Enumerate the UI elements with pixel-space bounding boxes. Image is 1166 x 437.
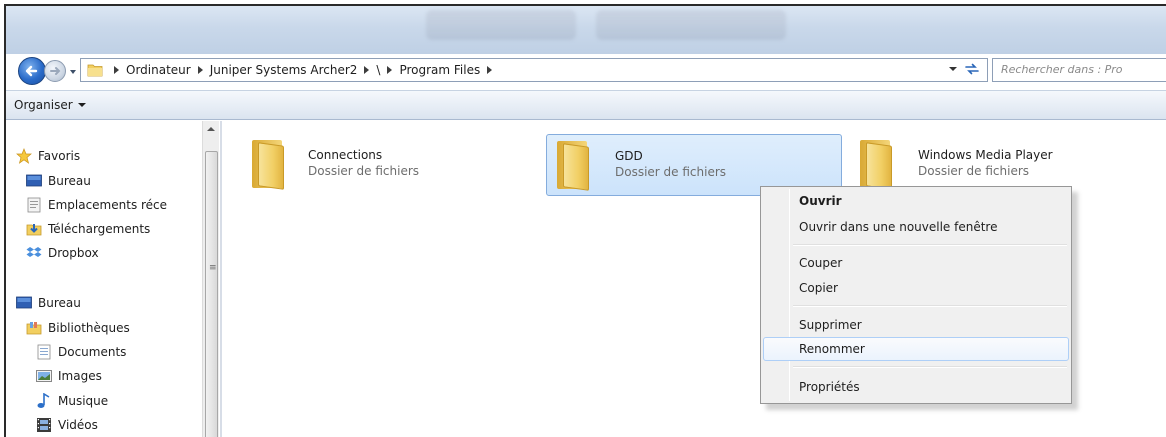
back-button[interactable] bbox=[18, 57, 46, 85]
menu-separator bbox=[793, 305, 1067, 307]
breadcrumb-separator-icon[interactable] bbox=[387, 66, 393, 74]
arrow-left-icon bbox=[25, 65, 38, 77]
menu-item-open-new-window[interactable]: Ouvrir dans une nouvelle fenêtre bbox=[763, 215, 1069, 239]
menu-item-cut[interactable]: Couper bbox=[763, 251, 1069, 275]
dropbox-icon bbox=[26, 245, 42, 261]
menu-item-copy[interactable]: Copier bbox=[763, 276, 1069, 300]
context-menu: Ouvrir Ouvrir dans une nouvelle fenêtre … bbox=[760, 186, 1072, 404]
menu-item-rename[interactable]: Renommer bbox=[763, 337, 1069, 361]
menu-item-label: Supprimer bbox=[799, 318, 862, 332]
grip-icon: ≡ bbox=[209, 263, 217, 273]
file-type: Dossier de fichiers bbox=[615, 165, 727, 179]
file-name: Connections bbox=[308, 148, 383, 162]
sidebar-item-label: Téléchargements bbox=[48, 222, 151, 236]
file-type: Dossier de fichiers bbox=[308, 164, 420, 178]
sidebar-item-music[interactable]: Musique bbox=[36, 392, 108, 410]
menu-item-label: Ouvrir bbox=[799, 194, 842, 208]
address-history-dropdown-icon[interactable] bbox=[949, 67, 957, 71]
arrow-right-icon bbox=[50, 67, 61, 75]
sidebar-item-images[interactable]: Images bbox=[36, 367, 102, 385]
breadcrumb-item-root[interactable]: \ bbox=[376, 63, 380, 77]
sidebar-item-label: Bureau bbox=[38, 296, 81, 310]
forward-button[interactable] bbox=[44, 60, 66, 82]
chevron-down-icon bbox=[77, 103, 86, 107]
menu-separator bbox=[793, 244, 1067, 246]
folder-icon bbox=[856, 138, 894, 190]
file-name: Windows Media Player bbox=[918, 148, 1053, 162]
scroll-up-icon[interactable] bbox=[207, 127, 215, 131]
menu-item-label: Couper bbox=[799, 256, 843, 270]
sidebar-item-bureau-tree[interactable]: Bureau bbox=[16, 294, 81, 312]
sidebar-item-label: Favoris bbox=[38, 149, 81, 163]
breadcrumb-separator-icon[interactable] bbox=[364, 66, 370, 74]
command-bar: Organiser bbox=[6, 90, 1166, 120]
breadcrumb-separator-icon[interactable] bbox=[197, 66, 203, 74]
chevron-down-icon bbox=[70, 70, 76, 74]
sidebar-item-label: Images bbox=[58, 369, 102, 383]
organise-label: Organiser bbox=[14, 98, 73, 112]
sidebar-item-documents[interactable]: Documents bbox=[36, 343, 126, 361]
sidebar-item-label: Documents bbox=[58, 345, 127, 359]
menu-separator bbox=[793, 366, 1067, 368]
breadcrumb-separator-icon[interactable] bbox=[487, 66, 493, 74]
sidebar-item-label: Dropbox bbox=[48, 246, 99, 260]
file-name: GDD bbox=[615, 149, 643, 163]
sidebar-item-label: Bibliothèques bbox=[48, 321, 130, 335]
sidebar-item-favoris[interactable]: Favoris bbox=[16, 147, 80, 165]
sidebar-item-recent-places[interactable]: Emplacements réce bbox=[26, 196, 167, 214]
downloads-icon bbox=[26, 221, 42, 237]
libraries-icon bbox=[26, 320, 42, 336]
music-icon bbox=[36, 392, 52, 409]
menu-item-label: Renommer bbox=[799, 342, 865, 356]
explorer-window: Ordinateur Juniper Systems Archer2 \ Pro… bbox=[4, 4, 1166, 437]
menu-item-delete[interactable]: Supprimer bbox=[763, 313, 1069, 337]
folder-icon bbox=[248, 138, 286, 190]
navigation-scrollbar[interactable]: ≡ bbox=[202, 121, 219, 437]
desktop-icon bbox=[26, 173, 42, 189]
sidebar-item-label: Bureau bbox=[48, 174, 91, 188]
blurred-taskbar-item bbox=[596, 10, 786, 40]
breadcrumb-separator-icon[interactable] bbox=[114, 66, 119, 74]
documents-icon bbox=[36, 344, 52, 360]
menu-item-label: Propriétés bbox=[799, 380, 860, 394]
pictures-icon bbox=[36, 368, 52, 384]
sidebar-item-label: Vidéos bbox=[58, 418, 98, 432]
menu-item-label: Copier bbox=[799, 281, 838, 295]
scrollbar-thumb[interactable]: ≡ bbox=[205, 151, 218, 437]
breadcrumb-item-program-files[interactable]: Program Files bbox=[399, 63, 480, 77]
file-item-connections[interactable]: Connections Dossier de fichiers bbox=[244, 134, 504, 196]
recent-pages-dropdown[interactable] bbox=[68, 66, 78, 76]
breadcrumb-item-ordinateur[interactable]: Ordinateur bbox=[126, 63, 191, 77]
blurred-taskbar-item bbox=[426, 10, 576, 40]
sidebar-item-bureau[interactable]: Bureau bbox=[26, 172, 91, 190]
search-input[interactable]: Rechercher dans : Pro bbox=[992, 58, 1166, 82]
videos-icon bbox=[36, 417, 52, 433]
menu-item-open[interactable]: Ouvrir bbox=[763, 189, 1069, 213]
sidebar-item-videos[interactable]: Vidéos bbox=[36, 416, 98, 434]
recent-places-icon bbox=[26, 197, 42, 213]
sidebar-item-downloads[interactable]: Téléchargements bbox=[26, 220, 150, 238]
desktop-icon bbox=[16, 295, 32, 311]
menu-item-label: Ouvrir dans une nouvelle fenêtre bbox=[799, 220, 998, 234]
menu-item-properties[interactable]: Propriétés bbox=[763, 375, 1069, 399]
title-bar bbox=[6, 6, 1166, 54]
sidebar-item-label: Emplacements réce bbox=[48, 198, 168, 212]
organise-button[interactable]: Organiser bbox=[14, 98, 86, 112]
folder-icon bbox=[87, 63, 103, 77]
sidebar-item-dropbox[interactable]: Dropbox bbox=[26, 244, 99, 262]
breadcrumb: Ordinateur Juniper Systems Archer2 \ Pro… bbox=[107, 63, 499, 77]
search-placeholder: Rechercher dans : Pro bbox=[1001, 63, 1123, 76]
navigation-pane: Favoris Bureau Emplacements réce Télécha… bbox=[6, 121, 206, 437]
sidebar-item-libraries[interactable]: Bibliothèques bbox=[26, 319, 130, 337]
breadcrumb-item-device[interactable]: Juniper Systems Archer2 bbox=[210, 63, 358, 77]
address-bar[interactable]: Ordinateur Juniper Systems Archer2 \ Pro… bbox=[80, 58, 988, 82]
sidebar-item-label: Musique bbox=[58, 394, 109, 408]
star-icon bbox=[16, 148, 32, 164]
refresh-icon[interactable] bbox=[963, 62, 981, 78]
pane-splitter[interactable] bbox=[220, 121, 222, 437]
file-type: Dossier de fichiers bbox=[918, 164, 1030, 178]
folder-icon bbox=[553, 139, 591, 191]
